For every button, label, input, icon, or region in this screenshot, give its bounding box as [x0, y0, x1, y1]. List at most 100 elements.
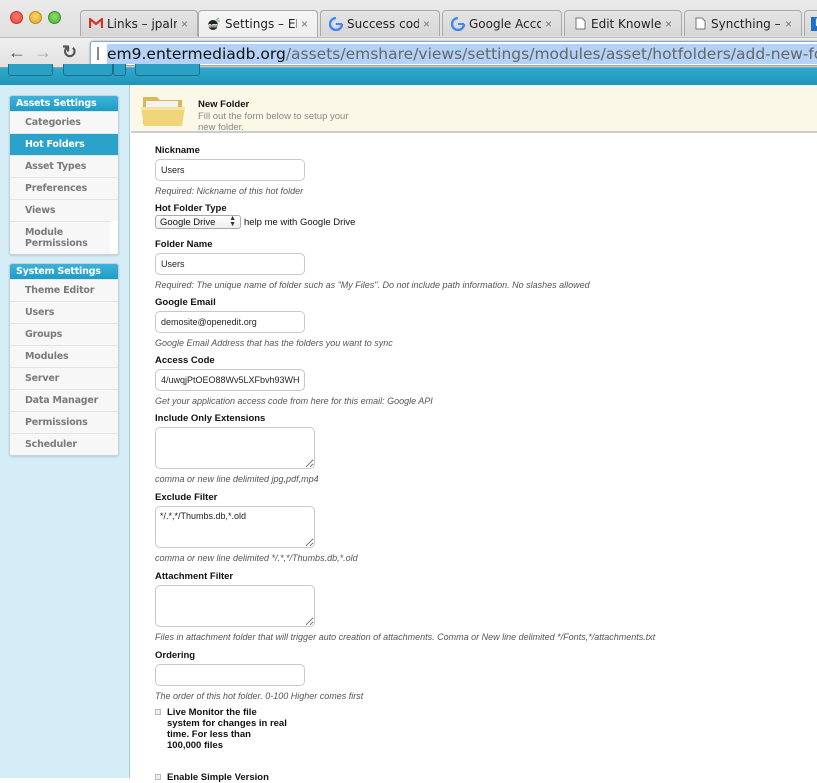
tab-gmail-links[interactable]: Links – jpalm ×	[80, 10, 198, 36]
include-extensions-help: comma or new line delimited jpg,pdf,mp4	[155, 474, 319, 484]
panel-title: System Settings	[10, 264, 118, 279]
attachment-filter-textarea[interactable]	[155, 585, 315, 627]
close-tab-icon[interactable]: ×	[181, 17, 191, 31]
header-button[interactable]	[63, 64, 113, 76]
ordering-help: The order of this hot folder. 0-100 High…	[155, 691, 364, 701]
attachment-filter-field: Attachment Filter Files in attachment fo…	[155, 571, 655, 642]
sidebar-item-users[interactable]: Users	[10, 301, 118, 323]
forward-button[interactable]: →	[34, 42, 52, 63]
close-tab-icon[interactable]: ×	[665, 17, 675, 31]
sidebar-item-server[interactable]: Server	[10, 367, 118, 389]
sidebar-item-hot-folders[interactable]: Hot Folders	[10, 133, 118, 155]
exclude-filter-textarea[interactable]: */.*,*/Thumbs.db,*.old	[155, 506, 315, 548]
tab-label: Success code	[347, 16, 419, 31]
window-controls	[10, 11, 61, 24]
include-extensions-label: Include Only Extensions	[155, 413, 266, 424]
close-tab-icon[interactable]: ×	[545, 17, 555, 31]
sidebar-item-data-manager[interactable]: Data Manager	[10, 389, 118, 411]
tab-google-account[interactable]: Google Acco ×	[442, 10, 562, 36]
live-monitor-option: Live Monitor the file system for changes…	[155, 707, 287, 751]
back-button[interactable]: ←	[8, 42, 26, 63]
ordering-field: Ordering The order of this hot folder. 0…	[155, 650, 363, 701]
tab-edit-knowledge[interactable]: Edit Knowled ×	[564, 10, 682, 36]
exclude-filter-label: Exclude Filter	[155, 492, 218, 503]
url-host: em9.entermediadb.org	[107, 44, 286, 63]
ordering-label: Ordering	[155, 650, 196, 661]
folder-name-field: Folder Name Required: The unique name of…	[155, 239, 590, 290]
google-email-input[interactable]	[155, 311, 305, 333]
sidebar-item-modules[interactable]: Modules	[10, 345, 118, 367]
sidebar-item-scheduler[interactable]: Scheduler	[10, 433, 118, 455]
sidebar-item-preferences[interactable]: Preferences	[10, 177, 118, 199]
close-tab-icon[interactable]: ×	[301, 17, 311, 31]
entermedia-icon: em	[207, 17, 221, 31]
sidebar-item-permissions[interactable]: Permissions	[10, 411, 118, 433]
page-icon	[693, 17, 707, 31]
nickname-input[interactable]	[155, 159, 305, 181]
system-settings-panel: System Settings Theme Editor Users Group…	[9, 263, 119, 456]
header-button[interactable]	[8, 64, 53, 76]
sidebar-item-theme-editor[interactable]: Theme Editor	[10, 279, 118, 301]
nickname-help: Required: Nickname of this hot folder	[155, 186, 304, 196]
sidebar-item-asset-types[interactable]: Asset Types	[10, 155, 118, 177]
tab-label: Edit Knowled	[591, 16, 661, 31]
folder-name-help: Required: The unique name of folder such…	[155, 280, 590, 290]
close-tab-icon[interactable]: ×	[423, 17, 433, 31]
selected-option: Google Drive	[160, 216, 216, 228]
hot-folder-type-label: Hot Folder Type	[155, 203, 227, 214]
header-button[interactable]	[135, 64, 200, 76]
tab-success-code[interactable]: Success code ×	[320, 10, 440, 36]
sidebar-item-views[interactable]: Views	[10, 199, 118, 221]
tab-label: Links – jpalm	[107, 16, 177, 31]
header-dropdown-button[interactable]	[113, 64, 126, 76]
panel-title: Assets Settings	[10, 96, 118, 111]
access-code-help: Get your application access code from he…	[155, 396, 433, 406]
new-folder-banner: New Folder Fill out the form below to se…	[131, 85, 817, 133]
ordering-input[interactable]	[155, 664, 305, 686]
access-code-field: Access Code Get your application access …	[155, 355, 433, 406]
google-icon	[451, 16, 465, 31]
attachment-filter-label: Attachment Filter	[155, 571, 234, 582]
google-email-help: Google Email Address that has the folder…	[155, 338, 393, 348]
live-monitor-checkbox[interactable]	[155, 709, 161, 715]
tab-syncthing[interactable]: Syncthing – I ×	[684, 10, 802, 36]
zoom-window-button[interactable]	[48, 11, 61, 24]
url-path: /assets/emshare/views/settings/modules/a…	[285, 44, 817, 63]
google-email-field: Google Email Google Email Address that h…	[155, 297, 393, 348]
banner-description: Fill out the form below to setup your ne…	[198, 111, 349, 133]
folder-name-input[interactable]	[155, 253, 305, 275]
hot-folder-type-select[interactable]: Google Drive ▲ ▼	[155, 215, 241, 229]
tab-overflow[interactable]: b	[804, 10, 817, 36]
simple-version-checkbox[interactable]	[155, 774, 161, 780]
browser-chrome: Links – jpalm × em Settings – EM × Succe…	[0, 0, 817, 68]
google-icon	[329, 16, 343, 31]
nickname-label: Nickname	[155, 145, 200, 156]
main-content: New Folder Fill out the form below to se…	[131, 85, 817, 783]
app-header-bar	[0, 64, 817, 85]
settings-sidebar: Assets Settings Categories Hot Folders A…	[0, 85, 130, 778]
assets-settings-panel: Assets Settings Categories Hot Folders A…	[9, 95, 119, 255]
select-arrows-icon: ▲ ▼	[229, 215, 236, 228]
close-tab-icon[interactable]: ×	[785, 17, 795, 31]
tab-strip: Links – jpalm × em Settings – EM × Succe…	[80, 10, 817, 37]
banner-title: New Folder	[198, 99, 250, 110]
url-text: em9.entermediadb.org/assets/emshare/view…	[107, 43, 817, 64]
nickname-field: Nickname Required: Nickname of this hot …	[155, 145, 305, 196]
close-window-button[interactable]	[10, 11, 23, 24]
include-extensions-field: Include Only Extensions comma or new lin…	[155, 413, 319, 484]
sidebar-item-module-permissions[interactable]: Module Permissions	[10, 221, 110, 254]
live-monitor-label: Live Monitor the file system for changes…	[167, 707, 287, 751]
tab-label: Settings – EM	[225, 17, 297, 31]
tab-settings[interactable]: em Settings – EM ×	[198, 10, 318, 37]
reload-button[interactable]: ↻	[62, 42, 77, 63]
google-drive-help-link[interactable]: help me with Google Drive	[244, 217, 355, 228]
access-code-input[interactable]	[155, 369, 305, 391]
minimize-window-button[interactable]	[29, 11, 42, 24]
include-extensions-textarea[interactable]	[155, 427, 315, 469]
svg-text:em: em	[208, 23, 218, 30]
address-bar[interactable]: em9.entermediadb.org/assets/emshare/view…	[90, 41, 817, 66]
tab-label: Google Acco	[469, 16, 541, 31]
sidebar-item-groups[interactable]: Groups	[10, 323, 118, 345]
exclude-filter-help: comma or new line delimited */.*,*/Thumb…	[155, 553, 358, 563]
sidebar-item-categories[interactable]: Categories	[10, 111, 118, 133]
